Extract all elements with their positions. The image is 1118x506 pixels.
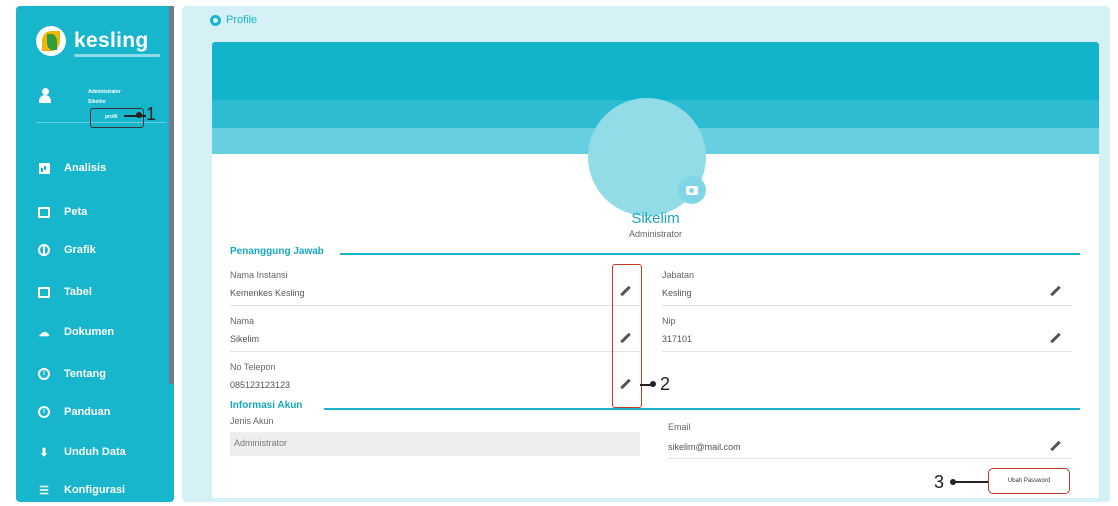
sliders-icon: ☰ bbox=[39, 484, 49, 497]
nav-item-analisis[interactable]: Analisis bbox=[38, 158, 106, 178]
telepon-field[interactable]: 085123123123 bbox=[230, 380, 290, 390]
user-role: Administrator bbox=[88, 89, 121, 95]
circle-icon bbox=[210, 14, 221, 26]
nav-item-konfigurasi[interactable]: ☰ Konfigurasi bbox=[38, 480, 125, 500]
chart-icon bbox=[38, 244, 50, 256]
profile-card: Sikelim Administrator Penanggung Jawab N… bbox=[212, 42, 1099, 498]
nav-label: Tentang bbox=[64, 368, 106, 380]
avatar-icon bbox=[36, 86, 54, 104]
info-icon: i bbox=[38, 368, 50, 380]
ubah-password-button[interactable]: Ubah Password bbox=[988, 468, 1070, 494]
nav-label: Panduan bbox=[64, 406, 111, 418]
edit-icons-highlight bbox=[612, 264, 642, 408]
field-label: Jenis Akun bbox=[230, 416, 274, 426]
callout-dot bbox=[650, 381, 656, 387]
jenis-akun-field: Administrator bbox=[230, 432, 640, 456]
table-icon bbox=[38, 286, 50, 298]
document-icon: ☁ bbox=[38, 326, 50, 339]
jenis-akun-value: Administrator bbox=[234, 438, 288, 448]
nav-item-peta[interactable]: Peta bbox=[38, 202, 87, 222]
callout-line bbox=[124, 115, 146, 117]
field-label: Nip bbox=[662, 316, 676, 326]
camera-icon bbox=[686, 185, 698, 195]
callout-line bbox=[954, 481, 988, 483]
nav-item-dokumen[interactable]: ☁ Dokumen bbox=[38, 322, 115, 342]
callout-number: 1 bbox=[146, 104, 157, 124]
section-divider bbox=[324, 408, 1080, 410]
section-title: Penanggung Jawab bbox=[230, 246, 324, 257]
edit-icon[interactable] bbox=[1048, 285, 1062, 299]
kesling-logo-icon bbox=[36, 26, 66, 56]
section-title: Informasi Akun bbox=[230, 400, 303, 411]
nav-label: Tabel bbox=[64, 286, 92, 298]
nav-item-tentang[interactable]: i Tentang bbox=[38, 364, 106, 384]
callout-dot bbox=[136, 112, 142, 118]
nav-label: Unduh Data bbox=[64, 446, 126, 458]
field-underline bbox=[230, 305, 640, 306]
field-underline bbox=[230, 351, 640, 352]
email-field[interactable]: sikelim@mail.com bbox=[668, 442, 741, 452]
profile-role: Administrator bbox=[628, 229, 682, 239]
nav-item-unduh-data[interactable]: ⬇ Unduh Data bbox=[38, 442, 126, 462]
download-icon: ⬇ bbox=[39, 446, 49, 459]
edit-icon[interactable] bbox=[1048, 332, 1062, 346]
field-label: Email bbox=[668, 422, 691, 432]
nav-label: Peta bbox=[64, 206, 88, 218]
brand-name: kesling bbox=[74, 29, 149, 52]
field-underline bbox=[668, 458, 1072, 459]
profil-link[interactable]: profil bbox=[90, 108, 144, 128]
brand-logo[interactable]: kesling bbox=[36, 26, 148, 56]
nav-item-tabel[interactable]: Tabel bbox=[38, 282, 92, 302]
field-label: No Telepon bbox=[230, 362, 276, 372]
field-label: Nama bbox=[230, 316, 255, 326]
main-content: Profile Sikelim Administrator Penanggung… bbox=[182, 6, 1110, 502]
jabatan-field[interactable]: Kesling bbox=[662, 288, 692, 298]
callout-number: 2 bbox=[660, 374, 671, 394]
bar-chart-icon bbox=[38, 162, 50, 174]
profile-name: Sikelim bbox=[631, 210, 680, 227]
nav-item-panduan[interactable]: i Panduan bbox=[38, 402, 110, 422]
user-name: Sikelim bbox=[88, 99, 106, 105]
field-label: Nama Instansi bbox=[230, 270, 288, 280]
sidebar: kesling Administrator Sikelim profil Ana… bbox=[16, 6, 174, 502]
info-icon: i bbox=[38, 406, 50, 418]
nav-item-grafik[interactable]: Grafik bbox=[38, 240, 96, 260]
field-label: Jabatan bbox=[662, 270, 695, 280]
breadcrumb-label: Profile bbox=[226, 14, 258, 26]
brand-tagline-bar bbox=[74, 54, 160, 57]
section-divider bbox=[340, 253, 1080, 255]
field-underline bbox=[662, 305, 1072, 306]
nav-label: Grafik bbox=[64, 244, 96, 256]
callout-number: 3 bbox=[934, 472, 945, 492]
change-photo-button[interactable] bbox=[678, 176, 706, 204]
nip-field[interactable]: 317101 bbox=[662, 334, 692, 344]
nav-label: Dokumen bbox=[64, 326, 115, 338]
map-icon bbox=[38, 206, 50, 218]
nav-label: Konfigurasi bbox=[64, 484, 126, 496]
nav-label: Analisis bbox=[64, 162, 107, 174]
sidebar-scrollbar[interactable] bbox=[169, 6, 174, 384]
nama-field[interactable]: Sikelim bbox=[230, 334, 259, 344]
nama-instansi-field[interactable]: Kemenkes Kesling bbox=[230, 288, 305, 298]
breadcrumb: Profile bbox=[210, 14, 257, 26]
field-underline bbox=[662, 351, 1072, 352]
edit-icon[interactable] bbox=[1048, 440, 1062, 454]
